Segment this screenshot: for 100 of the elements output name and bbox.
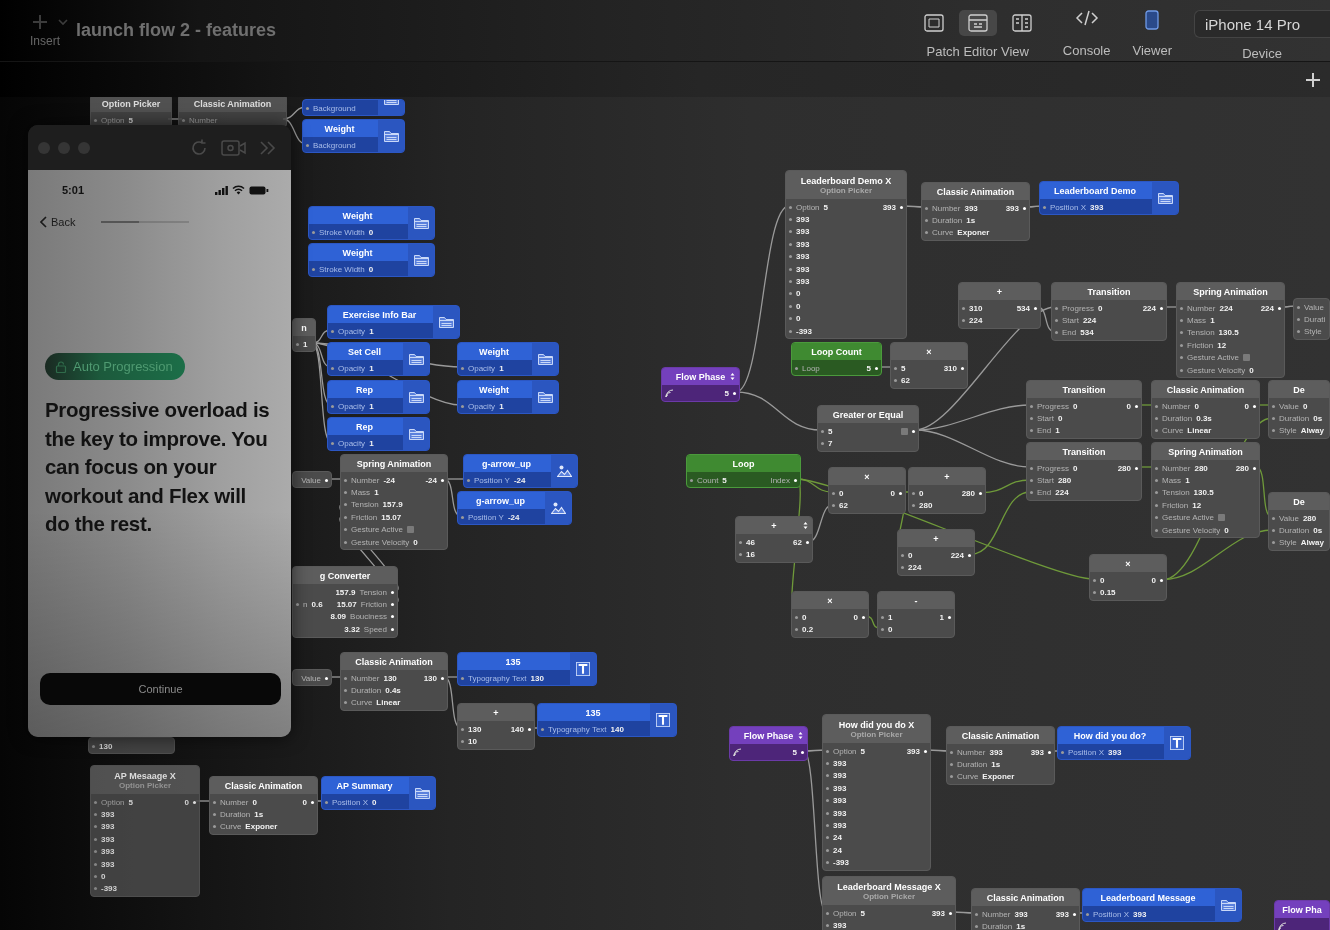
flow-phase-node[interactable]: Flow Phase 5	[729, 726, 808, 761]
port-dot[interactable]	[821, 442, 824, 446]
port-dot[interactable]	[441, 676, 444, 680]
refresh-icon[interactable]	[189, 137, 209, 158]
layer-node[interactable]: How did you do? Position X 393	[1057, 726, 1191, 761]
port-dot[interactable]	[789, 205, 792, 209]
port-dot[interactable]	[1030, 417, 1033, 421]
port-dot[interactable]	[739, 540, 742, 544]
port-dot[interactable]	[213, 825, 216, 829]
port-dot[interactable]	[344, 478, 347, 482]
port-dot[interactable]	[826, 861, 829, 865]
port-dot[interactable]	[894, 366, 897, 370]
port-dot[interactable]	[894, 379, 897, 383]
port-dot[interactable]	[795, 615, 798, 619]
port-dot[interactable]	[789, 218, 792, 222]
port-dot[interactable]	[1180, 319, 1183, 323]
port-dot[interactable]	[306, 143, 309, 147]
stepper-icon[interactable]	[803, 521, 808, 530]
port-dot[interactable]	[826, 749, 829, 753]
double-chevron-icon[interactable]	[259, 139, 277, 156]
port-dot[interactable]	[826, 911, 829, 915]
port-dot[interactable]	[92, 744, 95, 748]
port-dot[interactable]	[325, 676, 328, 680]
port-dot[interactable]	[789, 230, 792, 234]
patch-node[interactable]: Classic Animation Number 393 393 Duration 1s Curve Exponer	[921, 182, 1030, 242]
port-dot[interactable]	[826, 786, 829, 790]
port-dot[interactable]	[1155, 466, 1158, 470]
patch-node[interactable]: Classic Animation Number 0 0 Duration 1s Curve Exponer	[209, 776, 318, 836]
layer-node[interactable]: Background	[302, 99, 405, 117]
port-dot[interactable]	[1030, 479, 1033, 483]
port-dot[interactable]	[1272, 417, 1275, 421]
port-dot[interactable]	[1155, 404, 1158, 408]
port-dot[interactable]	[900, 205, 903, 209]
port-dot[interactable]	[391, 603, 394, 607]
port-dot[interactable]	[690, 478, 693, 482]
port-dot[interactable]	[881, 615, 884, 619]
loop-node[interactable]: Loop Count 5 Index	[686, 454, 801, 489]
port-dot[interactable]	[1093, 578, 1096, 582]
port-dot[interactable]	[1155, 479, 1158, 483]
port-dot[interactable]	[821, 429, 824, 433]
port-dot[interactable]	[94, 813, 97, 817]
port-dot[interactable]	[213, 813, 216, 817]
port-dot[interactable]	[789, 280, 792, 284]
port-dot[interactable]	[325, 800, 328, 804]
port-dot[interactable]	[94, 850, 97, 854]
patch-node[interactable]: + 130 140 10	[457, 703, 535, 750]
port-dot[interactable]	[331, 329, 334, 333]
port-dot[interactable]	[1155, 417, 1158, 421]
port-dot[interactable]	[962, 306, 965, 310]
port-dot[interactable]	[1135, 466, 1138, 470]
patch-node[interactable]: Value	[292, 669, 332, 687]
flow-phase-node[interactable]: Flow Phase 5	[661, 367, 740, 402]
port-dot[interactable]	[912, 491, 915, 495]
patch-node[interactable]: Classic Animation Number 130 130 Duration 0.4s Curve Linear	[340, 652, 448, 712]
port-dot[interactable]	[213, 800, 216, 804]
port-dot[interactable]	[826, 848, 829, 852]
port-dot[interactable]	[901, 566, 904, 570]
layer-node[interactable]: 135 Typography Text 130	[457, 652, 597, 687]
patch-node[interactable]: Spring Animation Number 224 224 Mass 1 Tension 130.5 Friction 12 Gesture Active Gesture Velocity 0	[1176, 282, 1285, 379]
port-dot[interactable]	[961, 366, 964, 370]
port-dot[interactable]	[1297, 330, 1300, 334]
port-dot[interactable]	[344, 701, 347, 705]
port-dot[interactable]	[1180, 368, 1183, 372]
stepper-icon[interactable]	[798, 731, 803, 740]
port-dot[interactable]	[306, 106, 309, 110]
port-dot[interactable]	[1297, 318, 1300, 322]
patch-node[interactable]: g Converter 157.9 Tension n 0.6 15.07 Friction 8.09 Bouciness 3.32 Speed	[292, 566, 398, 638]
port-dot[interactable]	[312, 230, 315, 234]
patch-node[interactable]: De Value 0 Duration 0s Style Alway	[1268, 380, 1330, 440]
port-dot[interactable]	[1297, 305, 1300, 309]
port-dot[interactable]	[1180, 306, 1183, 310]
layer-node[interactable]: Leaderboard Message Position X 393	[1082, 888, 1242, 923]
layer-node[interactable]: Exercise Info Bar Opacity 1	[327, 305, 460, 340]
layer-node[interactable]: AP Summary Position X 0	[321, 776, 436, 811]
patch-node[interactable]: Value	[292, 471, 332, 489]
patch-node[interactable]: - 1 1 0	[877, 591, 955, 638]
port-dot[interactable]	[975, 912, 978, 916]
port-dot[interactable]	[975, 925, 978, 929]
port-dot[interactable]	[795, 366, 798, 370]
checkbox[interactable]	[901, 427, 908, 435]
port-dot[interactable]	[1272, 429, 1275, 433]
port-dot[interactable]	[806, 540, 809, 544]
port-dot[interactable]	[1093, 591, 1096, 595]
patch-node[interactable]: × 0 0 0.2	[791, 591, 869, 638]
port-dot[interactable]	[1135, 404, 1138, 408]
port-dot[interactable]	[1272, 404, 1275, 408]
port-dot[interactable]	[962, 319, 965, 323]
port-dot[interactable]	[1180, 343, 1183, 347]
port-dot[interactable]	[912, 429, 915, 433]
port-dot[interactable]	[325, 478, 328, 482]
port-dot[interactable]	[94, 825, 97, 829]
port-dot[interactable]	[1061, 750, 1064, 754]
continue-button[interactable]: Continue	[40, 673, 281, 705]
port-dot[interactable]	[1055, 331, 1058, 335]
port-dot[interactable]	[826, 799, 829, 803]
layer-node[interactable]: Rep Opacity 1	[327, 380, 430, 415]
flow-phase-node[interactable]: Flow Pha	[1274, 900, 1330, 930]
port-dot[interactable]	[832, 504, 835, 508]
port-dot[interactable]	[1030, 491, 1033, 495]
port-dot[interactable]	[391, 627, 394, 631]
